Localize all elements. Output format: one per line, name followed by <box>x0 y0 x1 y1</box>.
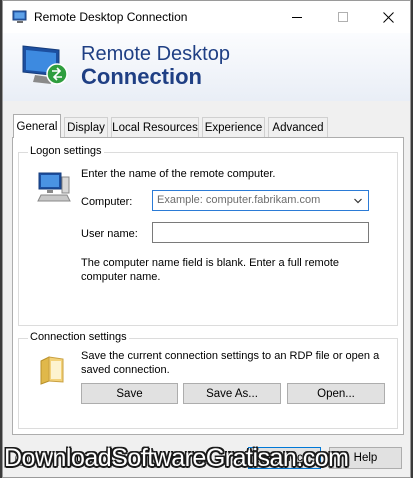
tab-display[interactable]: Display <box>64 117 108 137</box>
logon-message: The computer name field is blank. Enter … <box>81 257 340 283</box>
computer-icon <box>37 172 71 202</box>
tab-experience[interactable]: Experience <box>202 117 265 137</box>
tab-general[interactable]: General <box>13 114 61 138</box>
title-bar[interactable]: Remote Desktop Connection <box>3 1 410 33</box>
header-banner: Remote Desktop Connection <box>3 33 410 101</box>
save-button[interactable]: Save <box>81 383 178 404</box>
close-button[interactable] <box>365 1 410 33</box>
logon-settings-label: Logon settings <box>28 145 104 157</box>
maximize-button[interactable] <box>320 1 366 33</box>
tab-local-resources[interactable]: Local Resources <box>111 117 199 137</box>
logon-intro-text: Enter the name of the remote computer. <box>81 168 276 180</box>
close-icon <box>382 11 394 23</box>
tab-advanced[interactable]: Advanced <box>268 117 328 137</box>
rdc-window: Remote Desktop Connection Remote Desktop… <box>2 0 411 478</box>
maximize-icon <box>338 12 348 22</box>
save-as-button[interactable]: Save As... <box>183 383 281 404</box>
connection-description: Save the current connection settings to … <box>81 350 380 376</box>
logon-settings-group: Logon settings Enter the name of the rem… <box>18 145 398 326</box>
connection-settings-group: Connection settings Save the current con… <box>18 331 398 429</box>
remote-desktop-monitor-icon <box>22 45 68 85</box>
open-button[interactable]: Open... <box>287 383 385 404</box>
computer-label: Computer: <box>81 196 133 208</box>
computer-combobox[interactable]: Example: computer.fabrikam.com <box>152 190 369 211</box>
remote-desktop-app-icon <box>12 10 27 23</box>
folder-icon <box>40 356 64 385</box>
username-field[interactable] <box>152 222 369 243</box>
banner-title-line1: Remote Desktop <box>81 43 230 65</box>
username-label: User name: <box>81 228 138 240</box>
minimize-icon <box>292 16 302 18</box>
watermark-text: DownloadSoftwareGratisan.com <box>4 444 349 472</box>
computer-placeholder: Example: computer.fabrikam.com <box>157 194 321 206</box>
connection-settings-label: Connection settings <box>28 331 129 343</box>
chevron-down-icon[interactable] <box>354 197 362 205</box>
window-title: Remote Desktop Connection <box>34 10 188 24</box>
banner-title-line2: Connection <box>81 64 202 89</box>
minimize-button[interactable] <box>274 1 320 33</box>
general-tab-panel: Logon settings Enter the name of the rem… <box>12 137 404 435</box>
